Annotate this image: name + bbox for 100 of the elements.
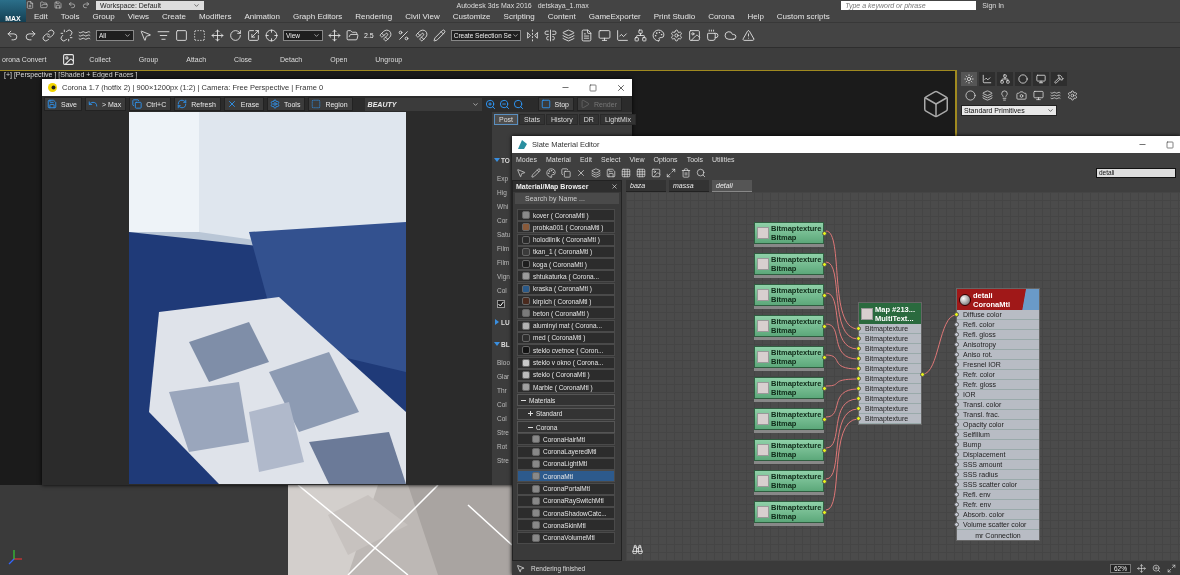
monitor-icon[interactable]: [1033, 72, 1049, 86]
sun-icon[interactable]: [961, 72, 977, 86]
close-icon[interactable]: [616, 82, 626, 93]
mirror-icon[interactable]: [525, 28, 539, 42]
new-file-icon[interactable]: [26, 1, 34, 9]
move-icon[interactable]: [328, 28, 341, 42]
collapse-icon[interactable]: [521, 397, 526, 403]
layers-icon[interactable]: [591, 167, 601, 178]
menu-item[interactable]: Civil View: [405, 11, 440, 21]
curve-icon[interactable]: [979, 72, 995, 86]
grid-icon[interactable]: [636, 167, 646, 178]
wave-icon[interactable]: [78, 28, 91, 42]
paint-icon[interactable]: [546, 167, 556, 178]
sphere-icon[interactable]: [965, 90, 976, 101]
crosshair-icon[interactable]: [265, 28, 278, 42]
camera-icon[interactable]: [1016, 90, 1027, 101]
menu-item[interactable]: Graph Editors: [292, 11, 343, 21]
menu-item[interactable]: Print Studio: [653, 11, 696, 21]
dashed-square-icon[interactable]: [193, 28, 206, 42]
hammer-icon[interactable]: [1051, 72, 1067, 86]
pointer-icon[interactable]: [516, 563, 525, 573]
redo-icon[interactable]: [82, 1, 90, 9]
expand-icon[interactable]: [666, 167, 676, 178]
menu-item[interactable]: Tools: [60, 11, 80, 21]
pointer-icon[interactable]: [139, 28, 152, 42]
expanded-arrow-icon[interactable]: [494, 157, 500, 163]
hierarchy-icon[interactable]: [997, 72, 1013, 86]
expand-icon[interactable]: [528, 411, 533, 417]
image-icon[interactable]: [62, 52, 76, 66]
palette-icon[interactable]: [651, 28, 665, 42]
save-icon[interactable]: [606, 167, 616, 178]
rotate-icon[interactable]: [229, 28, 242, 42]
collapse-icon[interactable]: [528, 424, 533, 430]
scale-icon[interactable]: [247, 28, 260, 42]
refresh-icon: [177, 99, 188, 109]
pointer-icon[interactable]: [516, 167, 526, 178]
circle-icon[interactable]: [1015, 72, 1031, 86]
link-icon[interactable]: [42, 28, 55, 42]
undo-icon[interactable]: [6, 28, 19, 42]
image-icon[interactable]: [687, 28, 701, 42]
maximize-icon[interactable]: [589, 83, 597, 92]
menu-item[interactable]: Create: [161, 11, 186, 21]
layers-icon[interactable]: [561, 28, 575, 42]
delete-icon[interactable]: [576, 167, 586, 178]
menu-item[interactable]: Corona: [708, 11, 735, 21]
move-icon[interactable]: [211, 28, 224, 42]
menu-item[interactable]: Views: [127, 11, 149, 21]
search-icon[interactable]: [696, 167, 706, 178]
document-icon[interactable]: [579, 28, 593, 42]
magnet-icon[interactable]: [414, 28, 428, 42]
close-icon[interactable]: [611, 183, 618, 190]
percent-icon[interactable]: [396, 28, 410, 42]
checker-icon[interactable]: [621, 167, 631, 178]
menu-item[interactable]: GameExporter: [588, 11, 641, 21]
light-icon[interactable]: [999, 90, 1010, 101]
pan-icon[interactable]: [1137, 563, 1146, 573]
menu-item[interactable]: Scripting: [503, 11, 535, 21]
fit-icon[interactable]: [1167, 563, 1176, 573]
view-cube-icon[interactable]: [921, 89, 951, 119]
hierarchy-icon[interactable]: [633, 28, 647, 42]
swatch: [532, 447, 540, 456]
preview-icon[interactable]: [651, 167, 661, 178]
binoculars-icon[interactable]: [632, 544, 643, 555]
menu-item[interactable]: Edit: [34, 11, 48, 21]
checkbox[interactable]: [497, 300, 505, 308]
redo-icon[interactable]: [24, 28, 37, 42]
square-icon[interactable]: [175, 28, 188, 42]
folder-icon[interactable]: [40, 1, 48, 9]
zoom-fit-icon[interactable]: [512, 98, 524, 110]
menu-item[interactable]: Animation: [244, 11, 280, 21]
cloud-icon[interactable]: [723, 28, 737, 42]
menu-item[interactable]: Customize: [452, 11, 491, 21]
menu-item[interactable]: Group: [92, 11, 115, 21]
trash-icon[interactable]: [681, 167, 691, 178]
copy-icon[interactable]: [561, 167, 571, 178]
magnet-icon[interactable]: [378, 28, 392, 42]
save-icon[interactable]: [54, 1, 62, 9]
menu-item[interactable]: Custom scripts: [776, 11, 830, 21]
curve-icon[interactable]: [615, 28, 629, 42]
zoom-in-icon[interactable]: [484, 98, 496, 110]
editor-logo-icon: [518, 140, 527, 149]
wave-icon[interactable]: [1050, 90, 1061, 101]
menu-item[interactable]: Content: [547, 11, 576, 21]
window-icon[interactable]: [597, 28, 611, 42]
pencil-icon[interactable]: [432, 28, 446, 42]
expanded-arrow-icon[interactable]: [494, 341, 500, 347]
collapsed-arrow-icon[interactable]: [494, 319, 500, 325]
menu-item[interactable]: Modifiers: [198, 11, 232, 21]
list-icon[interactable]: [157, 28, 170, 42]
settings-icon[interactable]: [669, 28, 683, 42]
folder-icon[interactable]: [346, 28, 359, 42]
menu-item[interactable]: Help: [747, 11, 764, 21]
maximize-icon[interactable]: [1166, 140, 1174, 149]
zoom-icon[interactable]: [1152, 563, 1161, 573]
undo-icon[interactable]: [68, 1, 76, 9]
align-icon[interactable]: [543, 28, 557, 42]
unlink-icon[interactable]: [60, 28, 73, 42]
menu-item[interactable]: Rendering: [355, 11, 393, 21]
warning-icon[interactable]: [741, 28, 755, 42]
zoom-out-icon[interactable]: [498, 98, 510, 110]
